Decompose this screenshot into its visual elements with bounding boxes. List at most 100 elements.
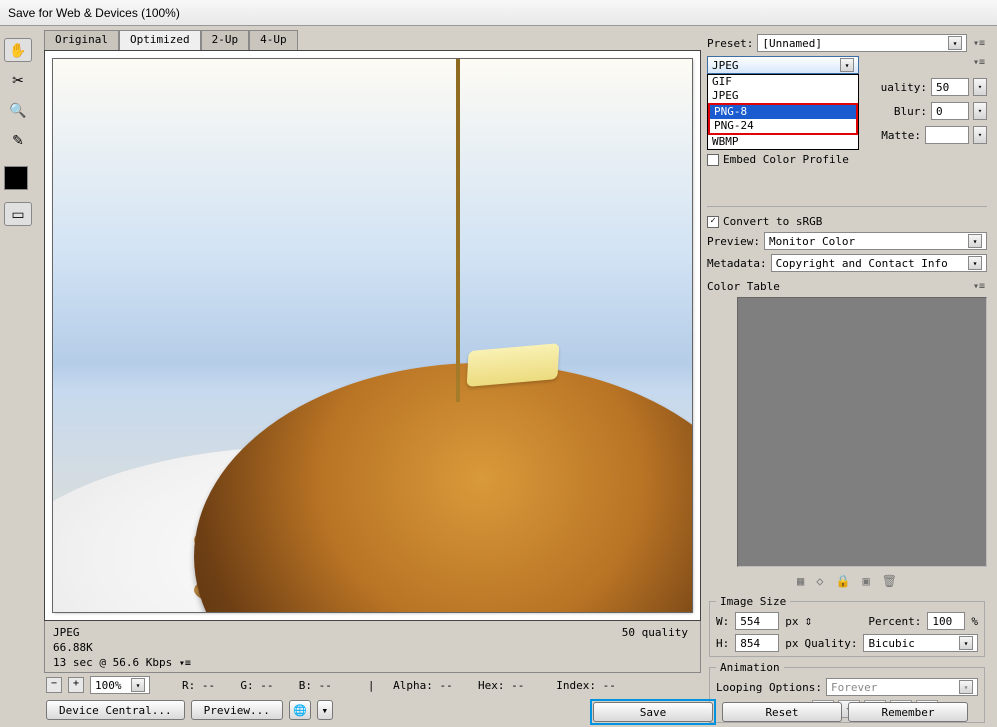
percent-field[interactable]	[927, 612, 965, 630]
device-central-button[interactable]: Device Central...	[46, 700, 185, 720]
preset-row: Preset: [Unnamed]▾ ▾≡	[707, 34, 987, 52]
format-option-png8[interactable]: PNG-8	[710, 105, 856, 119]
looping-label: Looping Options:	[716, 681, 822, 694]
embed-profile-label: Embed Color Profile	[723, 153, 849, 166]
quality-field[interactable]: 50	[931, 78, 969, 96]
center-column: Original Optimized 2-Up 4-Up JPEG 66.88K…	[44, 30, 701, 723]
settings-panel: Preset: [Unnamed]▾ ▾≡ JPEG ▾ GIF JPEG	[705, 30, 993, 723]
blur-stepper[interactable]: ▾	[973, 102, 987, 120]
ct-map-icon[interactable]: ▦	[797, 574, 804, 588]
eyedropper-tool-icon[interactable]: ✎	[4, 128, 32, 152]
chevron-down-icon: ▾	[840, 58, 854, 72]
ct-lock-icon[interactable]: 🔒	[836, 574, 851, 588]
quality-label: uality:	[881, 81, 927, 94]
color-table-flyout-icon[interactable]: ▾≡	[971, 281, 987, 293]
zoom-out-button[interactable]: −	[46, 677, 62, 693]
srgb-label: Convert to sRGB	[723, 215, 822, 228]
format-selected: JPEG	[712, 59, 739, 72]
info-format: JPEG	[53, 625, 692, 640]
quality-stepper[interactable]: ▾	[973, 78, 987, 96]
ct-trash-icon[interactable]: 🗑	[882, 574, 897, 588]
speed-flyout-icon[interactable]: ▾≡	[179, 658, 191, 669]
save-highlight: Save	[590, 699, 716, 725]
dialog-footer-buttons: Save Reset Remember	[590, 700, 968, 724]
preset-label: Preset:	[707, 37, 753, 50]
preset-combo[interactable]: [Unnamed]▾	[757, 34, 967, 52]
tab-4up[interactable]: 4-Up	[249, 30, 298, 50]
readout-r: R: --	[182, 679, 215, 692]
readout-index: Index: --	[556, 679, 616, 692]
canvas	[53, 59, 692, 612]
titlebar[interactable]: Save for Web & Devices (100%)	[0, 0, 997, 26]
preview-button[interactable]: Preview...	[191, 700, 283, 720]
metadata-combo[interactable]: Copyright and Contact Info▾	[771, 254, 987, 272]
slice-visibility-icon[interactable]: ▭	[4, 202, 32, 226]
rule	[707, 206, 987, 207]
zoom-readout-row: − + 100%▾ R: -- G: -- B: -- | Alpha: -- …	[44, 673, 701, 697]
foreground-swatch[interactable]	[4, 166, 28, 190]
height-field[interactable]	[735, 634, 779, 652]
matte-dropdown[interactable]: ▾	[973, 126, 987, 144]
tab-optimized[interactable]: Optimized	[119, 30, 201, 50]
resize-quality-combo[interactable]: Bicubic▾	[863, 634, 978, 652]
format-option-png24[interactable]: PNG-24	[710, 119, 856, 133]
zoom-in-button[interactable]: +	[68, 677, 84, 693]
format-area: JPEG ▾ GIF JPEG PNG-8 PNG-24 WBMP	[707, 56, 867, 145]
ct-new-icon[interactable]: ▣	[862, 574, 869, 588]
hand-tool-icon[interactable]: ✋	[4, 38, 32, 62]
zoom-tool-icon[interactable]: 🔍	[4, 98, 32, 122]
readout-hex: Hex: --	[478, 679, 524, 692]
blur-field[interactable]: 0	[931, 102, 969, 120]
srgb-checkbox[interactable]: ✓	[707, 216, 719, 228]
readout-alpha: Alpha: --	[393, 679, 453, 692]
image-size-group: Image Size W: px ⇕ Percent: % H: px Qual…	[709, 595, 985, 657]
format-flyout-icon[interactable]: ▾≡	[971, 56, 987, 68]
blur-label: Blur:	[894, 105, 927, 118]
width-field[interactable]	[735, 612, 779, 630]
h-label: H:	[716, 637, 729, 650]
percent-label: Percent:	[868, 615, 921, 628]
image-size-legend: Image Size	[716, 595, 790, 608]
matte-label: Matte:	[881, 129, 921, 142]
px-label-h: px	[785, 637, 798, 650]
color-table-label: Color Table	[707, 280, 780, 293]
tab-original[interactable]: Original	[44, 30, 119, 50]
save-button[interactable]: Save	[593, 702, 713, 722]
link-icon[interactable]: ⇕	[805, 614, 813, 629]
tab-2up[interactable]: 2-Up	[201, 30, 250, 50]
left-toolbar: ✋ ✂ 🔍 ✎ ▭	[4, 30, 40, 723]
ct-transparency-icon[interactable]: ◇	[816, 574, 823, 588]
matte-swatch[interactable]	[925, 126, 969, 144]
preview-syrup	[456, 59, 460, 402]
browser-dropdown-button[interactable]: ▾	[317, 700, 333, 720]
slice-tool-icon[interactable]: ✂	[4, 68, 32, 92]
preview-space-combo[interactable]: Monitor Color▾	[764, 232, 987, 250]
window-title: Save for Web & Devices (100%)	[8, 6, 180, 20]
remember-button[interactable]: Remember	[848, 702, 968, 722]
format-combo[interactable]: JPEG ▾ GIF JPEG PNG-8 PNG-24 WBMP	[707, 56, 859, 74]
format-option-gif[interactable]: GIF	[708, 75, 858, 89]
metadata-label: Metadata:	[707, 257, 767, 270]
info-quality: 50 quality	[622, 625, 688, 640]
image-viewport[interactable]	[44, 50, 701, 621]
w-label: W:	[716, 615, 729, 628]
px-label: px	[785, 615, 798, 628]
format-dropdown-list: GIF JPEG PNG-8 PNG-24 WBMP	[707, 74, 859, 150]
browser-icon-button[interactable]: 🌐	[289, 700, 311, 720]
preview-tabs: Original Optimized 2-Up 4-Up	[44, 30, 701, 50]
looping-combo[interactable]: Forever▾	[826, 678, 978, 696]
animation-legend: Animation	[716, 661, 784, 674]
format-option-wbmp[interactable]: WBMP	[708, 135, 858, 149]
zoom-field[interactable]: 100%▾	[90, 676, 150, 694]
preset-flyout-icon[interactable]: ▾≡	[971, 37, 987, 49]
preview-butter	[467, 343, 560, 387]
preview-space-label: Preview:	[707, 235, 760, 248]
color-table-toolbar: ▦ ◇ 🔒 ▣ 🗑	[707, 571, 987, 591]
color-table[interactable]	[737, 297, 987, 567]
embed-profile-checkbox[interactable]	[707, 154, 719, 166]
main-layout: ✋ ✂ 🔍 ✎ ▭ Original Optimized 2-Up 4-Up	[0, 26, 997, 727]
format-option-jpeg[interactable]: JPEG	[708, 89, 858, 103]
image-info: JPEG 66.88K 13 sec @ 56.6 Kbps ▾≡ 50 qua…	[44, 621, 701, 673]
reset-button[interactable]: Reset	[722, 702, 842, 722]
readout-g: G: --	[240, 679, 273, 692]
